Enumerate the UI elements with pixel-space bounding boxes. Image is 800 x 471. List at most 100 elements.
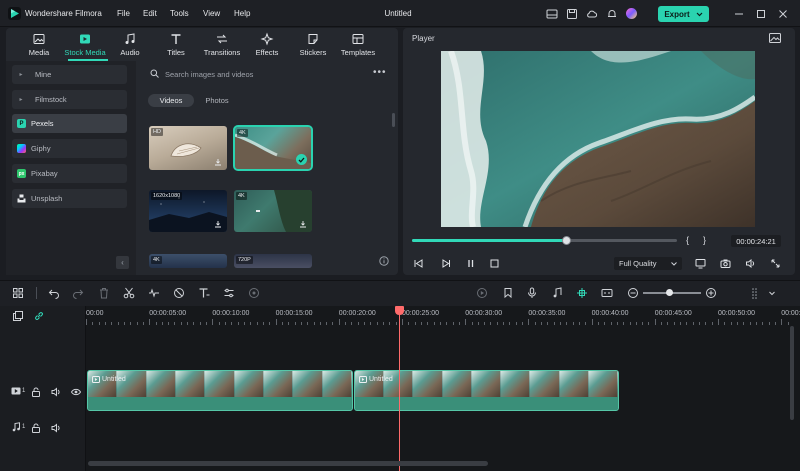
chevron-down-icon[interactable] — [766, 287, 778, 299]
ruler-tick — [395, 322, 397, 325]
ruler-tick — [117, 322, 119, 325]
templates-icon — [351, 32, 365, 46]
play-icon[interactable] — [440, 258, 451, 269]
tab-templates[interactable]: Templates — [338, 28, 378, 61]
tab-photos[interactable]: Photos — [199, 94, 235, 107]
video-preview[interactable] — [441, 51, 755, 227]
marker-icon[interactable] — [502, 287, 514, 299]
tab-stock-media[interactable]: Stock Media — [62, 28, 108, 61]
quality-select[interactable]: Full Quality — [614, 257, 682, 270]
lock-icon[interactable] — [31, 423, 41, 433]
tab-label: Transitions — [203, 48, 241, 57]
snap-icon[interactable] — [576, 287, 588, 299]
ruler-tick — [560, 322, 561, 325]
eye-icon[interactable] — [71, 387, 81, 397]
playhead-handle[interactable] — [395, 306, 404, 315]
notification-icon[interactable] — [606, 8, 618, 20]
volume-icon[interactable] — [745, 258, 756, 269]
tab-media[interactable]: Media — [20, 28, 58, 61]
sidebar-item-mine[interactable]: ▸ Mine — [12, 65, 127, 84]
timeline-horizontal-scrollbar[interactable] — [88, 461, 488, 466]
media-thumbnail-selected[interactable]: 4K — [233, 125, 313, 171]
tab-videos[interactable]: Videos — [148, 94, 194, 107]
ai-icon[interactable] — [248, 287, 260, 299]
zoom-slider-handle[interactable] — [666, 289, 673, 296]
redo-icon[interactable] — [72, 287, 84, 299]
ruler-tick — [686, 322, 688, 325]
ruler-tick — [376, 322, 378, 325]
pause-icon[interactable] — [465, 258, 476, 269]
speed-icon[interactable] — [173, 287, 185, 299]
video-clip[interactable]: Untitled — [87, 370, 353, 411]
ruler-tick — [136, 322, 138, 325]
undo-icon[interactable] — [48, 287, 60, 299]
music-note-icon[interactable] — [551, 287, 563, 299]
media-thumbnail[interactable]: 4K — [234, 190, 312, 232]
stop-icon[interactable] — [489, 258, 500, 269]
cloud-icon[interactable] — [586, 8, 598, 20]
zoom-out-icon[interactable] — [627, 287, 639, 299]
media-thumbnail[interactable]: 1620x1080 — [149, 190, 227, 232]
close-icon[interactable] — [777, 8, 789, 20]
volume-icon[interactable] — [51, 423, 61, 433]
video-clip[interactable]: Untitled — [354, 370, 619, 411]
step-back-icon[interactable] — [413, 258, 424, 269]
ruler-tick — [332, 322, 334, 325]
grid-dots-icon[interactable] — [750, 287, 762, 299]
tab-transitions[interactable]: Transitions — [200, 28, 244, 61]
render-icon[interactable] — [476, 287, 488, 299]
video-track-label: 1 — [11, 386, 25, 396]
playhead-line[interactable] — [399, 314, 400, 471]
adjust-icon[interactable] — [223, 287, 235, 299]
delete-icon[interactable] — [98, 287, 110, 299]
ruler-tick — [572, 322, 574, 325]
info-icon[interactable] — [379, 256, 389, 266]
sidebar-item-filmstock[interactable]: ▸ Filmstock — [12, 90, 127, 109]
collapse-sidebar-button[interactable]: ‹ — [116, 256, 129, 269]
audio-split-icon[interactable] — [148, 287, 160, 299]
ruler-tick — [383, 322, 385, 325]
ruler-tick — [300, 322, 302, 325]
tab-stickers[interactable]: Stickers — [296, 28, 330, 61]
maximize-icon[interactable] — [755, 8, 767, 20]
sidebar-item-giphy[interactable]: Giphy — [12, 139, 127, 158]
tab-audio[interactable]: Audio — [114, 28, 146, 61]
save-icon[interactable] — [566, 8, 578, 20]
minimize-icon[interactable] — [733, 8, 745, 20]
ruler-tick — [294, 322, 296, 325]
media-scrollbar[interactable] — [392, 113, 395, 127]
ruler-tick — [522, 322, 524, 325]
search-input[interactable]: Search images and videos — [165, 70, 253, 79]
display-icon[interactable] — [695, 258, 706, 269]
export-button[interactable]: Export — [658, 6, 709, 22]
tab-titles[interactable]: Titles — [160, 28, 192, 61]
media-thumbnail[interactable]: 720P — [234, 254, 312, 268]
subtitle-icon[interactable] — [601, 287, 613, 299]
sidebar-item-pixabay[interactable]: px Pixabay — [12, 164, 127, 183]
user-avatar[interactable] — [626, 8, 637, 19]
image-icon[interactable] — [769, 33, 781, 43]
fullscreen-icon[interactable] — [770, 258, 781, 269]
tab-effects[interactable]: Effects — [252, 28, 282, 61]
lock-icon[interactable] — [31, 387, 41, 397]
playback-scrubber[interactable] — [561, 236, 571, 245]
ruler-tick — [180, 322, 182, 325]
media-thumbnail[interactable]: 4K — [149, 254, 227, 268]
sidebar-item-pexels[interactable]: P Pexels — [12, 114, 127, 133]
ruler-tick — [642, 322, 644, 325]
add-track-icon[interactable] — [13, 311, 23, 321]
link-icon[interactable] — [34, 311, 44, 321]
layout-grid-icon[interactable] — [12, 287, 24, 299]
camera-icon[interactable] — [720, 258, 731, 269]
layout-icon[interactable] — [546, 8, 558, 20]
volume-icon[interactable] — [51, 387, 61, 397]
zoom-in-icon[interactable] — [705, 287, 717, 299]
text-icon[interactable] — [198, 287, 210, 299]
microphone-icon[interactable] — [526, 287, 538, 299]
more-options-icon[interactable]: ••• — [373, 67, 387, 78]
media-thumbnail[interactable]: HD — [149, 126, 227, 170]
cut-icon[interactable] — [123, 287, 135, 299]
mark-in-out-icon[interactable]: {} — [686, 235, 720, 245]
sidebar-item-unsplash[interactable]: Unsplash — [12, 189, 127, 208]
timeline-vertical-scrollbar[interactable] — [790, 326, 794, 420]
